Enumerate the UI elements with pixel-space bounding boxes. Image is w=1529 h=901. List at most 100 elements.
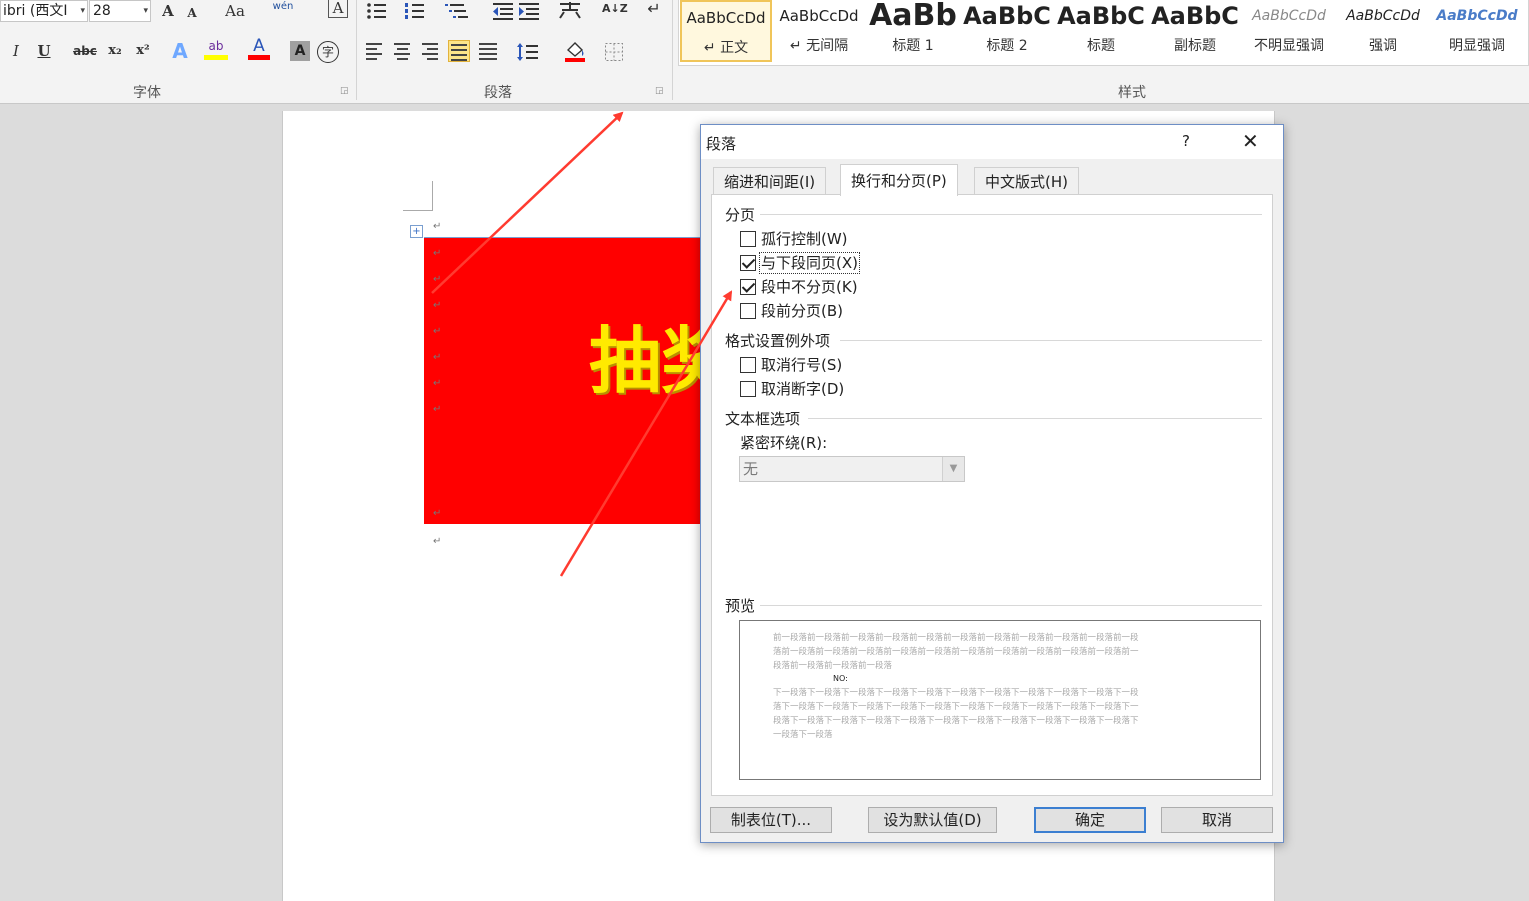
preview-prev-line: 前一段落前一段落前一段落前一段落前一段落前一段落前一段落前一段落前一段落前一段落… [773,633,1139,643]
font-size-combobox[interactable]: 28 ▾ [89,0,151,22]
paragraph-mark: ↵ [433,248,442,259]
checkbox-label: 段前分页(B) [761,302,843,320]
increase-indent-icon[interactable] [518,2,540,20]
chevron-down-icon[interactable]: ▾ [80,1,85,21]
text-effects-icon[interactable]: A [168,38,192,64]
align-center-icon[interactable] [392,40,414,62]
style-emphasis[interactable]: AaBbCcDd 强调 [1337,0,1429,62]
sort-icon[interactable]: A↓Z [602,0,628,22]
style-sample: AaBbCcDd [1252,8,1326,24]
preview-box: 前一段落前一段落前一段落前一段落前一段落前一段落前一段落前一段落前一段落前一段落… [739,620,1261,780]
phonetic-guide-icon[interactable]: wén [270,0,296,20]
dialog-titlebar[interactable]: 段落 ? ✕ [701,125,1283,159]
paragraph-dialog: 段落 ? ✕ 缩进和间距(I) 换行和分页(P) 中文版式(H) 分页 孤行控制… [700,124,1284,843]
grow-font-icon[interactable]: A [158,0,178,24]
style-sample: AaBbC [1057,2,1145,30]
ribbon: ibri (西文I ▾ 28 ▾ A A Aa wén A I U abc x₂… [0,0,1529,104]
style-sample: AaBbCcDd [686,9,766,27]
tab-asian-typography[interactable]: 中文版式(H) [974,167,1079,195]
checkbox-box[interactable] [740,381,756,397]
section-divider [760,214,1262,215]
checkbox-label: 孤行控制(W) [761,230,848,248]
preview-current-text: NO: [833,674,848,683]
style-intense-emphasis[interactable]: AaBbCcDd 明显强调 [1431,0,1523,62]
help-icon[interactable]: ? [1182,132,1190,150]
bullets-icon[interactable] [366,2,390,20]
cancel-button[interactable]: 取消 [1161,807,1273,833]
style-name: 明显强调 [1449,38,1505,54]
section-exceptions-label: 格式设置例外项 [725,332,831,350]
char-shading-icon[interactable]: A [290,41,310,61]
underline-icon[interactable]: U [34,38,54,64]
paragraph-mark: ↵ [433,300,442,311]
paragraph-mark: ↵ [433,404,442,415]
borders-icon[interactable] [604,42,626,62]
tab-indents-spacing[interactable]: 缩进和间距(I) [713,167,827,195]
style-title[interactable]: AaBbC 标题 [1055,0,1147,62]
keep-with-next-checkbox[interactable]: 与下段同页(X) [740,252,860,275]
style-subtitle[interactable]: AaBbC 副标题 [1149,0,1241,62]
style-heading-2[interactable]: AaBbC 标题 2 [961,0,1053,62]
section-pagination-label: 分页 [725,206,756,224]
red-table-cell[interactable]: ↵ ↵ ↵ ↵ ↵ ↵ ↵ ↵ 抽奖 [424,237,733,524]
checkbox-box[interactable] [740,303,756,319]
checkbox-box[interactable] [740,255,756,271]
checkbox-box[interactable] [740,279,756,295]
group-divider [356,0,357,100]
font-name-combobox[interactable]: ibri (西文I ▾ [0,0,88,22]
paragraph-mark: ↵ [433,274,442,285]
set-default-button[interactable]: 设为默认值(D) [868,807,997,833]
checkbox-box[interactable] [740,231,756,247]
justify-icon[interactable] [448,40,470,62]
paragraph-dialog-launcher-icon[interactable]: ◲ [655,86,664,96]
tab-line-page-breaks[interactable]: 换行和分页(P) [840,164,958,196]
dont-hyphenate-checkbox[interactable]: 取消断字(D) [740,379,844,401]
strikethrough-icon[interactable]: abc [72,38,98,64]
align-left-icon[interactable] [364,40,386,62]
close-icon[interactable]: ✕ [1242,129,1259,153]
shading-icon[interactable] [564,40,588,62]
style-name: 标题 [1087,38,1115,54]
checkbox-box[interactable] [740,357,756,373]
line-spacing-icon[interactable] [516,42,542,62]
chevron-down-icon[interactable]: ▾ [143,1,148,21]
char-border-icon[interactable]: A [328,0,348,18]
style-heading-1[interactable]: AaBb 标题 1 [867,0,959,62]
shrink-font-icon[interactable]: A [184,0,200,26]
page-break-before-checkbox[interactable]: 段前分页(B) [740,301,843,323]
change-case-icon[interactable]: Aa [220,0,250,24]
paragraph-mark: ↵ [433,352,442,363]
section-preview-label: 预览 [725,597,756,615]
font-dialog-launcher-icon[interactable]: ◲ [340,86,349,96]
table-move-handle-icon[interactable]: + [410,225,423,238]
multilevel-list-icon[interactable] [444,2,470,20]
preview-prev-line: 段落前一段落前一段落前一段落 [773,661,893,671]
italic-icon[interactable]: I [6,38,26,64]
widow-control-checkbox[interactable]: 孤行控制(W) [740,229,848,251]
section-divider [808,418,1262,419]
styles-gallery: AaBbCcDd ↵ 正文 AaBbCcDd ↵ 无间隔 AaBb 标题 1 A… [678,0,1529,66]
section-divider [840,340,1262,341]
font-color-icon[interactable]: A [248,36,270,60]
keep-lines-together-checkbox[interactable]: 段中不分页(K) [740,277,858,299]
numbering-icon[interactable] [404,2,428,20]
style-subtle-emphasis[interactable]: AaBbCcDd 不明显强调 [1243,0,1335,62]
style-no-spacing[interactable]: AaBbCcDd ↵ 无间隔 [773,0,865,62]
highlight-icon[interactable]: ab [204,36,228,60]
style-sample: AaBbC [963,2,1051,30]
superscript-icon[interactable]: x² [132,38,154,64]
margin-corner-mark [403,181,433,211]
asian-layout-icon[interactable] [556,0,584,20]
enclose-char-icon[interactable]: 字 [317,41,339,63]
style-name: ↵ 无间隔 [789,38,849,54]
subscript-icon[interactable]: x₂ [104,38,126,64]
decrease-indent-icon[interactable] [492,2,514,20]
ok-button[interactable]: 确定 [1034,807,1146,833]
style-normal[interactable]: AaBbCcDd ↵ 正文 [680,0,772,62]
distributed-icon[interactable] [477,40,499,62]
show-marks-icon[interactable]: ↵ [644,0,664,22]
suppress-line-numbers-checkbox[interactable]: 取消行号(S) [740,355,842,377]
align-right-icon[interactable] [420,40,442,62]
style-name: ↵ 正文 [703,40,749,56]
tabs-button[interactable]: 制表位(T)... [710,807,832,833]
